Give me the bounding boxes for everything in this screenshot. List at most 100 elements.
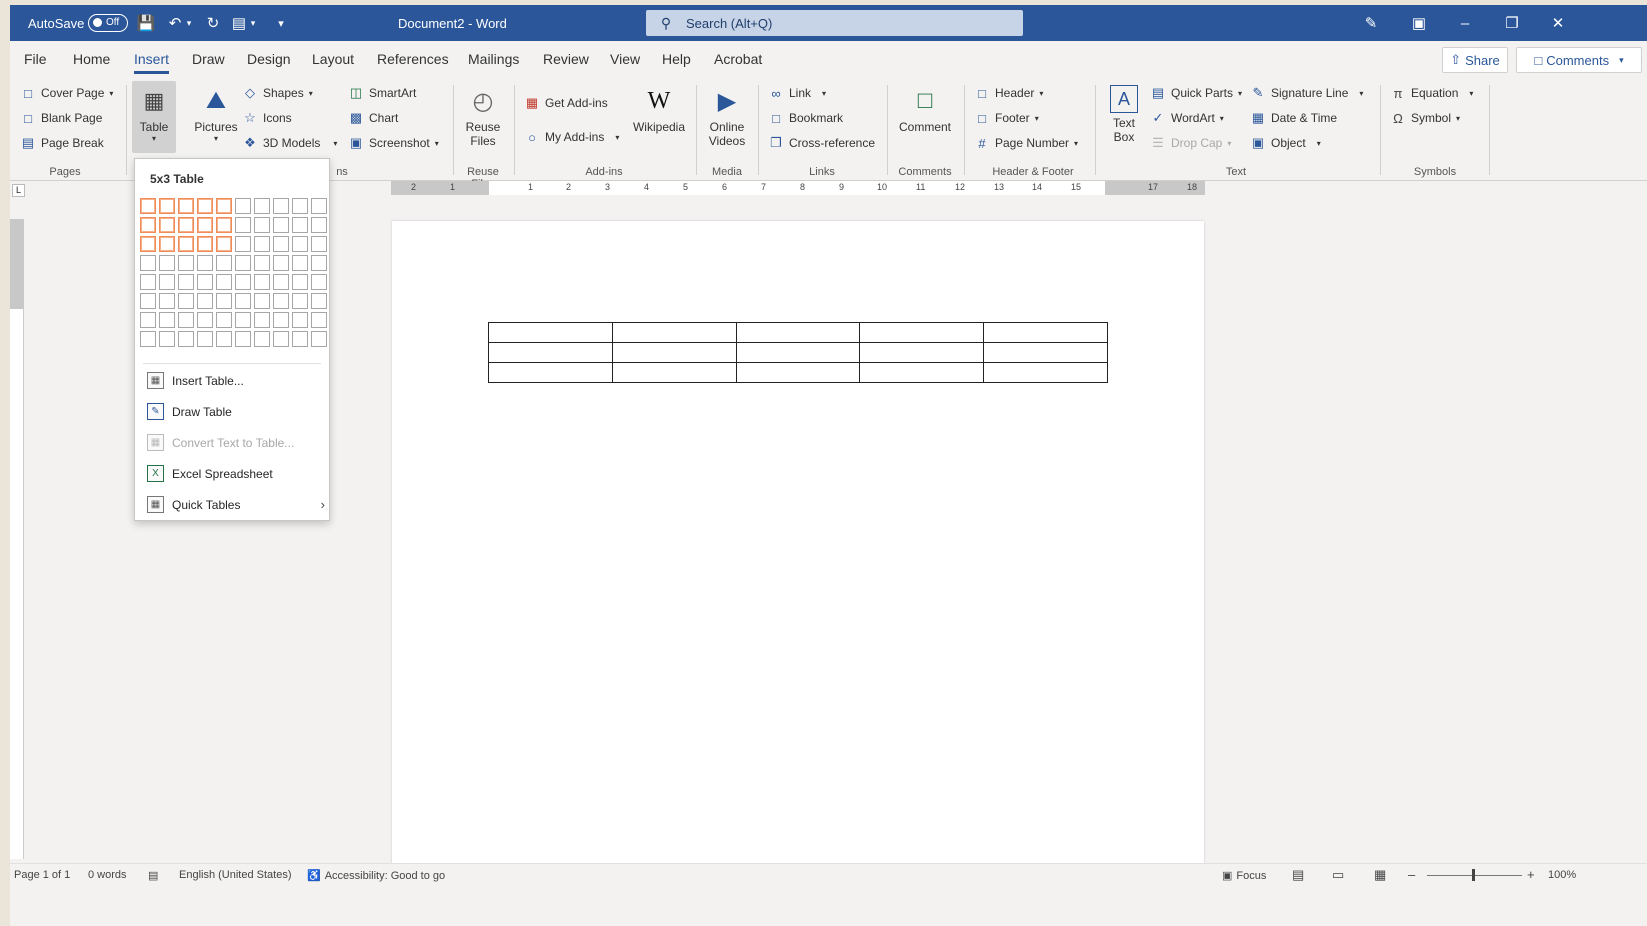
table-cell[interactable] [983,342,1108,363]
grid-cell[interactable] [140,331,156,347]
my-addins-button[interactable]: ○ My Add-ins ▾ [524,129,619,145]
blank-page-button[interactable]: □ Blank Page [20,110,102,126]
grid-cell[interactable] [235,274,251,290]
grid-cell[interactable] [178,331,194,347]
tab-references[interactable]: References [377,51,449,67]
tab-acrobat[interactable]: Acrobat [714,51,762,67]
grid-cell[interactable] [216,312,232,328]
restore-button[interactable]: ❐ [1489,5,1535,41]
redo-icon[interactable]: ↻ [200,5,226,41]
table-cell[interactable] [611,322,737,343]
table-cell[interactable] [611,342,737,363]
tab-layout[interactable]: Layout [312,51,354,67]
web-layout-icon[interactable]: ▦ [1374,867,1386,883]
grid-cell[interactable] [159,331,175,347]
read-mode-icon[interactable]: ▤ [1292,867,1304,883]
table-cell[interactable] [488,342,613,363]
grid-cell[interactable] [140,236,156,252]
equation-button[interactable]: π Equation ▾ [1390,85,1474,101]
table-cell[interactable] [735,322,861,343]
pen-icon[interactable]: ✎ [1348,5,1394,41]
grid-cell[interactable] [140,198,156,214]
grid-cell[interactable] [311,236,327,252]
vertical-ruler[interactable] [10,219,24,859]
grid-cell[interactable] [197,217,213,233]
customize-qat-icon[interactable]: ▾ [268,5,294,41]
focus-button[interactable]: ▣ Focus [1222,869,1266,883]
grid-cell[interactable] [235,198,251,214]
grid-cell[interactable] [178,255,194,271]
grid-cell[interactable] [254,274,270,290]
object-button[interactable]: ▣ Object ▾ [1250,135,1321,151]
grid-cell[interactable] [311,217,327,233]
grid-cell[interactable] [235,312,251,328]
grid-cell[interactable] [273,331,289,347]
comments-button[interactable]: □ Comments ▾ [1516,47,1642,73]
grid-cell[interactable] [159,198,175,214]
table-button[interactable]: ▦ Table ▾ [132,81,176,153]
tab-design[interactable]: Design [247,51,291,67]
table-cell[interactable] [859,362,985,383]
ribbon-display-icon[interactable]: ▣ [1396,5,1442,41]
grid-cell[interactable] [254,293,270,309]
chart-button[interactable]: ▩ Chart [348,110,399,126]
insert-table-item[interactable]: ▦ Insert Table... [147,372,325,389]
page-count[interactable]: Page 1 of 1 [14,869,70,881]
horizontal-ruler[interactable]: 2 1 1 2 3 4 5 6 7 8 9 10 11 12 13 14 15 17 18 [391,181,1205,195]
close-button[interactable]: ✕ [1535,5,1581,41]
grid-cell[interactable] [292,236,308,252]
grid-cell[interactable] [197,198,213,214]
grid-cell[interactable] [216,236,232,252]
grid-cell[interactable] [292,198,308,214]
footer-button[interactable]: □ Footer ▾ [974,110,1039,126]
grid-cell[interactable] [254,236,270,252]
zoom-out-button[interactable]: – [1408,867,1415,882]
grid-cell[interactable] [216,331,232,347]
convert-text-to-table-item[interactable]: ▦ Convert Text to Table... [147,434,325,451]
zoom-level[interactable]: 100% [1548,869,1576,881]
grid-cell[interactable] [292,274,308,290]
link-button[interactable]: ∞ Link ▾ [768,85,826,101]
grid-cell[interactable] [216,274,232,290]
minimize-button[interactable]: – [1442,5,1488,41]
search-box[interactable]: ⚲ Search (Alt+Q) [646,10,1023,36]
table-cell[interactable] [488,322,613,343]
wikipedia-button[interactable]: W Wikipedia [630,85,688,135]
grid-cell[interactable] [197,293,213,309]
date-time-button[interactable]: ▦ Date & Time [1250,110,1337,126]
reuse-files-button[interactable]: ◴ Reuse Files [460,85,506,149]
grid-cell[interactable] [292,312,308,328]
share-button[interactable]: ⇧ Share [1442,47,1508,73]
tab-help[interactable]: Help [662,51,691,67]
table-cell[interactable] [735,342,861,363]
grid-cell[interactable] [273,312,289,328]
grid-cell[interactable] [273,293,289,309]
grid-cell[interactable] [254,255,270,271]
table-cell[interactable] [983,322,1108,343]
grid-cell[interactable] [273,198,289,214]
tab-file[interactable]: File [24,51,47,67]
tab-review[interactable]: Review [543,51,589,67]
document-table[interactable] [488,322,1108,383]
grid-cell[interactable] [159,274,175,290]
grid-cell[interactable] [216,198,232,214]
grid-cell[interactable] [140,312,156,328]
grid-cell[interactable] [235,255,251,271]
grid-cell[interactable] [197,274,213,290]
pictures-button[interactable]: ⛰ Pictures ▾ [193,85,239,143]
grid-cell[interactable] [273,255,289,271]
quick-parts-button[interactable]: ▤ Quick Parts ▾ [1150,85,1242,101]
grid-cell[interactable] [292,217,308,233]
proofing-icon[interactable]: ▤ [148,869,158,882]
signature-line-button[interactable]: ✎ Signature Line ▾ [1250,85,1364,101]
quick-tables-item[interactable]: ▦ Quick Tables › [147,496,325,513]
wordart-button[interactable]: ✓ WordArt ▾ [1150,110,1224,126]
grid-cell[interactable] [216,255,232,271]
grid-cell[interactable] [273,274,289,290]
grid-cell[interactable] [159,312,175,328]
grid-cell[interactable] [254,198,270,214]
tab-home[interactable]: Home [73,51,110,67]
print-layout-icon[interactable]: ▭ [1332,867,1344,883]
grid-cell[interactable] [235,293,251,309]
accessibility-status[interactable]: ♿ Accessibility: Good to go [307,869,445,883]
